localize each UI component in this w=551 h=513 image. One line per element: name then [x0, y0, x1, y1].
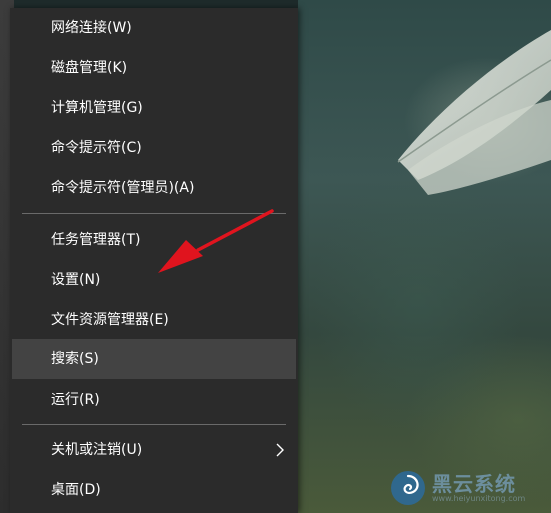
- win-x-context-menu: 网络连接(W) 磁盘管理(K) 计算机管理(G) 命令提示符(C) 命令提示符(…: [10, 8, 298, 513]
- chevron-right-icon: [276, 443, 284, 457]
- menu-separator: [22, 424, 286, 425]
- menu-item-command-prompt-admin[interactable]: 命令提示符(管理员)(A): [12, 168, 296, 208]
- menu-item-task-manager[interactable]: 任务管理器(T): [12, 220, 296, 260]
- menu-item-shutdown-signout[interactable]: 关机或注销(U): [12, 430, 296, 470]
- feather-wallpaper-image: [397, 30, 551, 195]
- menu-item-computer-management[interactable]: 计算机管理(G): [12, 88, 296, 128]
- menu-item-run[interactable]: 运行(R): [12, 380, 296, 420]
- menu-item-network-connections[interactable]: 网络连接(W): [12, 8, 296, 48]
- menu-item-search[interactable]: 搜索(S): [12, 339, 296, 379]
- menu-item-label: 关机或注销(U): [51, 442, 143, 458]
- menu-item-disk-management[interactable]: 磁盘管理(K): [12, 48, 296, 88]
- watermark: 黑云系统 www.heiyunxitong.com: [384, 464, 551, 513]
- menu-item-command-prompt[interactable]: 命令提示符(C): [12, 128, 296, 168]
- menu-item-settings[interactable]: 设置(N): [12, 260, 296, 300]
- watermark-url: www.heiyunxitong.com: [432, 494, 526, 503]
- swirl-logo-icon: [391, 471, 425, 505]
- watermark-text: 黑云系统: [432, 472, 516, 496]
- menu-item-desktop[interactable]: 桌面(D): [12, 470, 296, 510]
- menu-separator: [22, 213, 286, 214]
- menu-item-file-explorer[interactable]: 文件资源管理器(E): [12, 300, 296, 340]
